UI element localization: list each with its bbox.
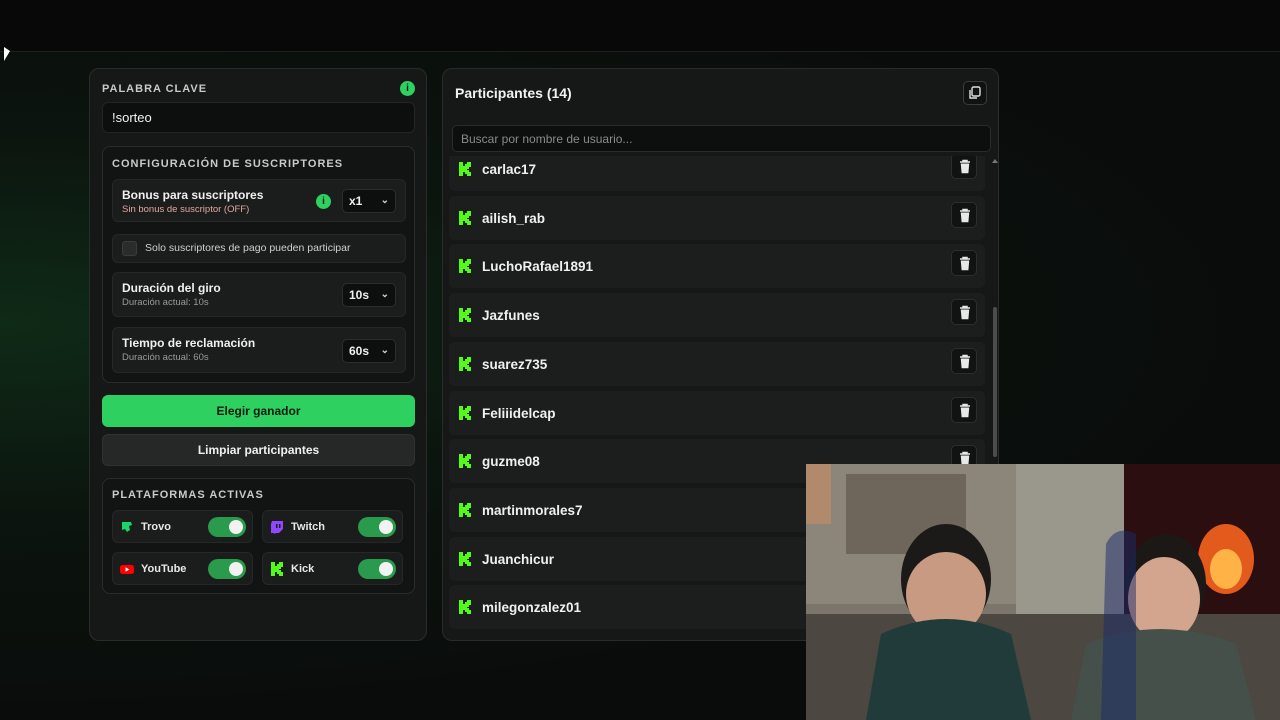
claim-time-select[interactable]: 60s ⌄ [342,339,396,363]
claim-time-label: Tiempo de reclamación [122,336,256,350]
participant-row: Feliiidelcap [449,390,985,435]
chevron-down-icon: ⌄ [380,289,389,300]
paid-only-label: Solo suscriptores de pago pueden partici… [145,242,351,254]
kick-icon [459,405,471,420]
trash-icon [960,159,970,174]
delete-button[interactable] [951,396,977,423]
participant-username: Jazfunes [482,308,540,324]
webcam-image [806,464,1280,720]
subscriber-bonus-status: Sin bonus de suscriptor (OFF) [122,204,250,215]
spin-duration-row: Duración del giro Duración actual: 10s 1… [112,272,406,317]
info-icon[interactable]: i [316,194,331,209]
platform-toggle[interactable] [358,559,396,579]
spin-duration-select[interactable]: 10s ⌄ [342,283,396,307]
participant-username: carlac17 [482,162,537,177]
platform-toggle[interactable] [208,559,246,579]
participant-row: Jazfunes [449,293,985,338]
platform-youtube: YouTube [112,552,253,585]
clear-participants-button[interactable]: Limpiar participantes [102,434,415,466]
trash-icon [960,208,970,222]
subscriber-bonus-row: Bonus para suscriptores Sin bonus de sus… [112,179,406,222]
kick-icon [459,162,471,176]
subscriber-config-title: CONFIGURACIÓN DE SUSCRIPTORES [112,158,344,170]
platform-toggle[interactable] [358,517,396,537]
trash-icon [960,403,970,417]
participant-search-input[interactable]: Buscar por nombre de usuario... [452,125,991,152]
webcam-overlay [806,464,1280,720]
claim-time-value: 60s [349,344,370,358]
participants-title: Participantes (14) [455,85,572,101]
active-platforms-title: PLATAFORMAS ACTIVAS [112,489,264,501]
participant-row: carlac17 [449,156,985,191]
kick-icon [459,502,471,517]
chevron-down-icon: ⌄ [380,195,389,206]
platform-name: Twitch [291,521,326,533]
chevron-down-icon: ⌄ [380,345,389,356]
platform-twitch: Twitch [262,510,403,543]
delete-button[interactable] [951,250,977,277]
participant-row: ailish_rab [449,195,985,240]
subscriber-config: CONFIGURACIÓN DE SUSCRIPTORES Bonus para… [102,146,415,383]
copy-icon [969,86,981,99]
subscriber-bonus-label: Bonus para suscriptores [122,188,264,202]
delete-button[interactable] [951,347,977,374]
pick-winner-button[interactable]: Elegir ganador [102,395,415,427]
scroll-thumb[interactable] [993,307,997,457]
platform-name: Trovo [141,521,171,533]
participant-username: martinmorales7 [482,502,583,518]
settings-panel: PALABRA CLAVE i !sorteo CONFIGURACIÓN DE… [89,68,427,641]
delete-button[interactable] [951,156,977,179]
paid-only-row[interactable]: Solo suscriptores de pago pueden partici… [112,234,406,263]
kick-icon [459,210,471,225]
participant-username: guzme08 [482,454,540,470]
kick-icon [459,454,471,469]
kick-icon [459,600,471,615]
delete-button[interactable] [951,201,977,228]
delete-button[interactable] [951,299,977,326]
trovo-icon [122,522,132,532]
trash-icon [960,257,970,271]
spin-duration-value: 10s [349,288,370,302]
platform-name: Kick [291,563,315,575]
participant-row: LuchoRafael1891 [449,244,985,289]
claim-time-sub: Duración actual: 60s [122,352,209,363]
participant-username: suarez735 [482,356,548,372]
paid-only-checkbox[interactable] [122,241,137,256]
twitch-icon [271,521,283,534]
kick-icon [459,259,471,274]
copy-button[interactable] [963,81,987,105]
youtube-icon [120,565,134,574]
keyword-title: PALABRA CLAVE [102,83,208,95]
participant-row: suarez735 [449,341,985,386]
kick-icon [459,551,471,566]
platform-toggle[interactable] [208,517,246,537]
subscriber-bonus-value: x1 [349,194,363,208]
kick-icon [271,562,283,576]
spin-duration-sub: Duración actual: 10s [122,297,209,308]
spin-duration-label: Duración del giro [122,281,221,295]
trash-icon [960,354,970,369]
participant-username: milegonzalez01 [482,600,582,616]
participant-username: ailish_rab [482,210,546,226]
participant-username: LuchoRafael1891 [482,259,594,275]
subscriber-bonus-select[interactable]: x1 ⌄ [342,189,396,213]
platform-trovo: Trovo [112,510,253,543]
scroll-up-icon[interactable] [992,159,998,163]
kick-icon [459,308,471,323]
claim-time-row: Tiempo de reclamación Duración actual: 6… [112,327,406,373]
mouse-cursor-icon [4,47,10,61]
keyword-input[interactable]: !sorteo [102,102,415,133]
info-icon[interactable]: i [400,81,415,96]
participant-username: Feliiidelcap [482,405,556,421]
platform-kick: Kick [262,552,403,585]
participant-username: Juanchicur [482,551,555,567]
top-bar [0,0,1280,52]
kick-icon [459,356,471,371]
trash-icon [960,305,970,320]
active-platforms: PLATAFORMAS ACTIVAS Trovo Twitch YouTube… [102,478,415,594]
platform-name: YouTube [141,563,187,575]
